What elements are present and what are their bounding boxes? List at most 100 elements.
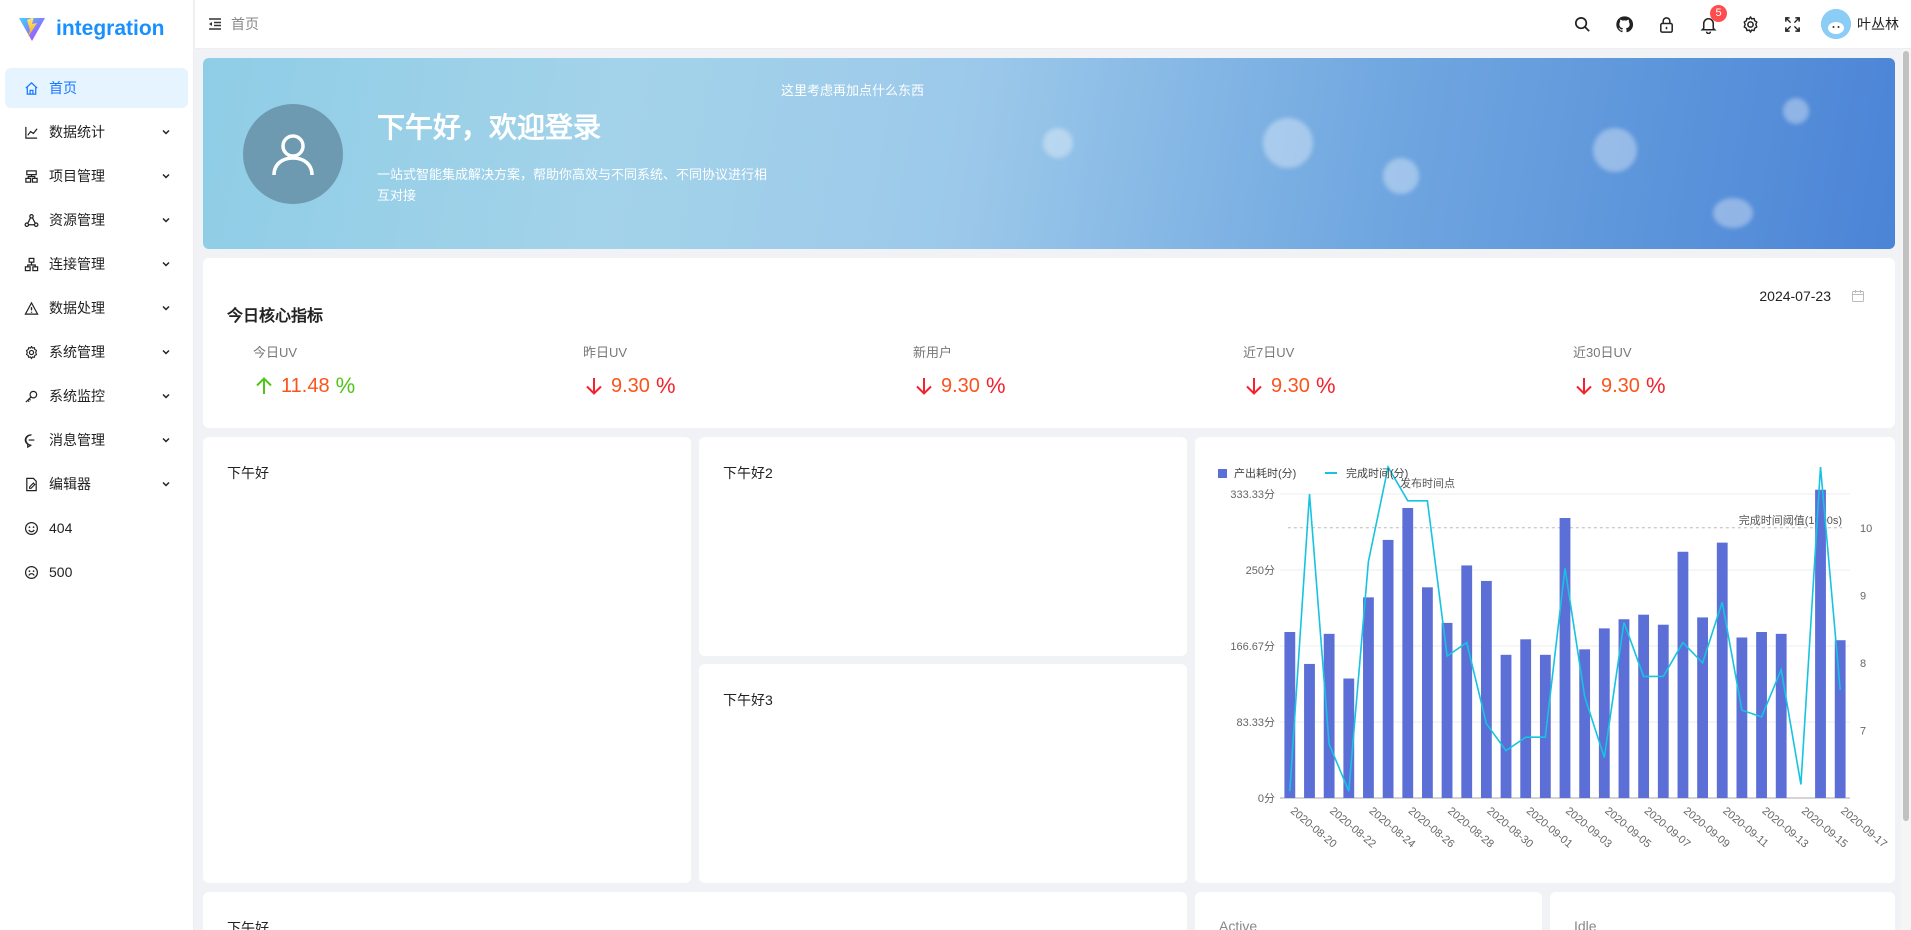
scrollbar-thumb[interactable]: [1903, 51, 1909, 821]
sidebar-item-3[interactable]: 资源管理: [5, 200, 188, 240]
chevron-down-icon: [162, 437, 170, 443]
banner-avatar: [243, 104, 343, 204]
indicator-value: 11.48%: [253, 373, 453, 399]
sidebar-item-10[interactable]: 404: [5, 508, 188, 548]
bar: [1323, 633, 1335, 798]
app-logo[interactable]: integration: [0, 0, 193, 58]
chevron-down-icon: [162, 481, 170, 487]
panel-title: Idle: [1574, 918, 1597, 930]
notification-button[interactable]: 5: [1687, 0, 1729, 49]
legend-bar-swatch: [1218, 469, 1227, 478]
bar: [1422, 587, 1433, 798]
sidebar-item-4[interactable]: 连接管理: [5, 244, 188, 284]
sidebar-item-5[interactable]: 数据处理: [5, 288, 188, 328]
sidebar-menu: 首页 数据统计 项目管理资源管理连接管理 数据处理系统管理系统监控消息管理 编辑器 404…: [0, 58, 193, 592]
frown-icon: [23, 564, 39, 580]
bar: [1598, 628, 1610, 798]
chevron-down-icon: [162, 261, 170, 267]
arrow-down-icon: [916, 378, 932, 395]
sidebar-item-7[interactable]: 系统监控: [5, 376, 188, 416]
indicator-number: 9.30: [941, 374, 980, 397]
panel-title: 下午好: [227, 920, 269, 930]
panel-idle: Idle: [1550, 892, 1895, 930]
sidebar-item-9[interactable]: 编辑器: [5, 464, 188, 504]
bar: [1657, 624, 1669, 798]
sidebar-item-label: 404: [49, 520, 73, 536]
decor-flower: [1713, 198, 1753, 228]
lock-icon: [1659, 16, 1673, 33]
avatar: [1821, 9, 1851, 39]
github-icon: [1615, 15, 1633, 32]
lock-button[interactable]: [1645, 0, 1687, 49]
bar: [1461, 565, 1473, 798]
chevron-down-icon: [162, 129, 170, 135]
search-button[interactable]: [1561, 0, 1603, 49]
indicator-label: 昨日UV: [583, 345, 628, 360]
sidebar: integration 首页 数据统计 项目管理资源管理连接管理 数据处理系统管理系统…: [0, 0, 194, 930]
indicator-label: 近7日UV: [1243, 345, 1295, 360]
sidebar-item-2[interactable]: 项目管理: [5, 156, 188, 196]
breadcrumb[interactable]: 首页: [231, 14, 259, 34]
sidebar-item-8[interactable]: 消息管理: [5, 420, 188, 460]
panel-title: Active: [1219, 918, 1258, 930]
indicator-value: 9.30%: [1573, 373, 1773, 399]
sidebar-item-1[interactable]: 数据统计: [5, 112, 188, 152]
banner-greeting: 下午好，欢迎登录: [377, 112, 602, 143]
panel-greeting-3: 下午好3: [699, 664, 1187, 883]
user-icon: [272, 134, 314, 176]
legend-line-label: 完成时间(分): [1346, 466, 1408, 480]
decor-flower: [1383, 158, 1419, 194]
user-menu[interactable]: 叶丛林: [1821, 9, 1899, 39]
welcome-banner: 下午好，欢迎登录 一站式智能集成解决方案，帮助你高效与不同系统、不同协议进行相互…: [203, 58, 1895, 249]
key-icon: [23, 388, 39, 404]
sidebar-item-11[interactable]: 500: [5, 552, 188, 592]
bar: [1363, 597, 1374, 798]
production-chart: 0分 83.33分 166.67分 250分 333.33分 7 8 9 10 完成时间阈值(10…: [1218, 464, 1889, 850]
settings-button[interactable]: [1729, 0, 1771, 49]
indicator-item: 近30日UV 9.30%: [1573, 342, 1773, 399]
bar: [1441, 622, 1453, 798]
gear-icon: [23, 344, 39, 360]
sidebar-item-label: 系统管理: [49, 344, 105, 360]
indicators-title: 今日核心指标: [227, 308, 324, 325]
github-button[interactable]: [1603, 0, 1645, 49]
bar: [1402, 507, 1414, 798]
date-picker[interactable]: 2024-07-23: [1759, 288, 1865, 304]
indicator-item: 昨日UV 9.30%: [583, 342, 783, 399]
decor-flower: [1043, 128, 1073, 158]
fullscreen-button[interactable]: [1771, 0, 1813, 49]
decor-flower: [1593, 128, 1637, 172]
sidebar-item-label: 资源管理: [49, 212, 105, 228]
bar: [1834, 640, 1846, 798]
sidebar-item-0[interactable]: 首页: [5, 68, 188, 108]
y-left-tick-label: 0分: [1258, 792, 1275, 805]
y-left-tick-label: 250分: [1246, 564, 1275, 577]
gear-icon: [1743, 15, 1757, 33]
top-header: 首页 5 叶丛林: [195, 0, 1911, 49]
cluster-icon: [23, 168, 39, 184]
bar: [1304, 663, 1315, 798]
bar: [1539, 654, 1551, 798]
indicator-value: 9.30%: [1243, 373, 1443, 399]
chevron-down-icon: [162, 349, 170, 355]
document-edit-icon: [23, 476, 39, 492]
sidebar-item-label: 500: [49, 564, 73, 580]
panel-title: 下午好3: [723, 692, 773, 708]
indicator-label: 新用户: [913, 345, 953, 360]
y-left-tick-label: 166.67分: [1230, 640, 1275, 653]
bar: [1638, 614, 1650, 798]
page-scrollbar[interactable]: [1901, 49, 1911, 930]
sidebar-item-6[interactable]: 系统管理: [5, 332, 188, 372]
indicator-item: 新用户 9.30%: [913, 342, 1113, 399]
menu-fold-icon[interactable]: [207, 16, 223, 32]
arrow-up-icon: [256, 377, 272, 394]
panel-greeting: 下午好: [203, 437, 691, 883]
line-chart-icon: [23, 124, 39, 140]
indicator-unit: %: [655, 373, 676, 398]
indicator-item: 今日UV 11.48%: [253, 342, 453, 399]
share-nodes-icon: [23, 212, 39, 228]
y-left-tick-label: 83.33分: [1236, 716, 1275, 729]
production-chart-card: 0分 83.33分 166.67分 250分 333.33分 7 8 9 10 完成时间阈值(10…: [1195, 437, 1895, 883]
connection-icon: [23, 256, 39, 272]
sidebar-item-label: 系统监控: [49, 388, 105, 404]
